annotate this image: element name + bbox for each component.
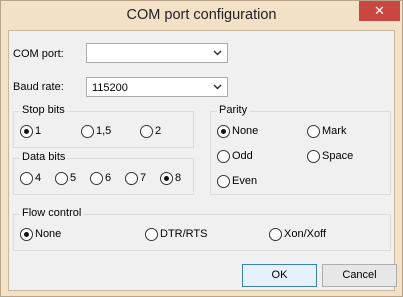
radio-label: Even bbox=[232, 175, 258, 187]
data-bits-legend: Data bits bbox=[20, 151, 68, 163]
radio-circle bbox=[307, 150, 320, 163]
radio-circle bbox=[217, 175, 230, 188]
radio-dot bbox=[164, 176, 169, 181]
baud-rate-value: 115200 bbox=[92, 82, 128, 94]
parity-group: Parity None Mark Odd Space Even bbox=[210, 104, 391, 195]
radio-circle bbox=[145, 228, 158, 241]
flow-control-legend: Flow control bbox=[20, 207, 84, 219]
radio-label: Odd bbox=[232, 150, 253, 162]
radio-circle bbox=[307, 125, 320, 138]
radio-circle bbox=[55, 172, 68, 185]
close-button[interactable]: ✕ bbox=[359, 1, 400, 21]
stop-bits-group: Stop bits 1 1,5 2 bbox=[13, 104, 194, 148]
stop-bits-legend: Stop bits bbox=[20, 104, 67, 116]
radio-label: Space bbox=[322, 150, 354, 162]
radio-label: Xon/Xoff bbox=[284, 228, 326, 240]
radio-dot bbox=[221, 129, 226, 134]
cancel-button[interactable]: Cancel bbox=[322, 264, 397, 287]
data-bits-group: Data bits 4 5 6 7 8 bbox=[13, 151, 194, 195]
chevron-down-icon bbox=[213, 50, 222, 56]
title-bar[interactable]: COM port configuration ✕ bbox=[1, 1, 402, 30]
baud-rate-label: Baud rate: bbox=[13, 81, 64, 93]
ok-button[interactable]: OK bbox=[242, 264, 317, 287]
radio-circle bbox=[125, 172, 138, 185]
dialog-window: COM port configuration ✕ COM port: Baud … bbox=[0, 0, 403, 297]
radio-label: 2 bbox=[155, 125, 162, 137]
radio-circle bbox=[140, 125, 153, 138]
radio-label: 6 bbox=[105, 172, 112, 184]
radio-circle bbox=[81, 125, 94, 138]
window-title: COM port configuration bbox=[126, 7, 277, 23]
radio-circle bbox=[217, 125, 230, 138]
dialog-client-area: COM port: Baud rate: 115200 Stop bits 1 bbox=[8, 30, 397, 291]
radio-dot bbox=[24, 232, 29, 237]
radio-circle bbox=[20, 172, 33, 185]
radio-circle bbox=[269, 228, 282, 241]
radio-dot bbox=[24, 129, 29, 134]
radio-circle bbox=[90, 172, 103, 185]
radio-label: 1 bbox=[35, 125, 42, 137]
parity-legend: Parity bbox=[217, 104, 250, 116]
radio-label: 1,5 bbox=[96, 125, 112, 137]
radio-label: 7 bbox=[140, 172, 147, 184]
radio-label: DTR/RTS bbox=[160, 228, 208, 240]
baud-rate-select[interactable]: 115200 bbox=[86, 77, 228, 97]
radio-label: 8 bbox=[175, 172, 182, 184]
radio-label: Mark bbox=[322, 125, 347, 137]
radio-label: 5 bbox=[70, 172, 77, 184]
radio-circle bbox=[20, 125, 33, 138]
radio-circle bbox=[160, 172, 173, 185]
radio-label: None bbox=[35, 228, 62, 240]
radio-label: None bbox=[232, 125, 259, 137]
com-port-label: COM port: bbox=[13, 48, 64, 60]
radio-label: 4 bbox=[35, 172, 42, 184]
flow-control-group: Flow control None DTR/RTS Xon/Xoff bbox=[13, 207, 391, 251]
com-port-select[interactable] bbox=[86, 43, 228, 63]
close-icon: ✕ bbox=[374, 3, 385, 18]
radio-circle bbox=[20, 228, 33, 241]
chevron-down-icon bbox=[213, 84, 222, 90]
radio-circle bbox=[217, 150, 230, 163]
